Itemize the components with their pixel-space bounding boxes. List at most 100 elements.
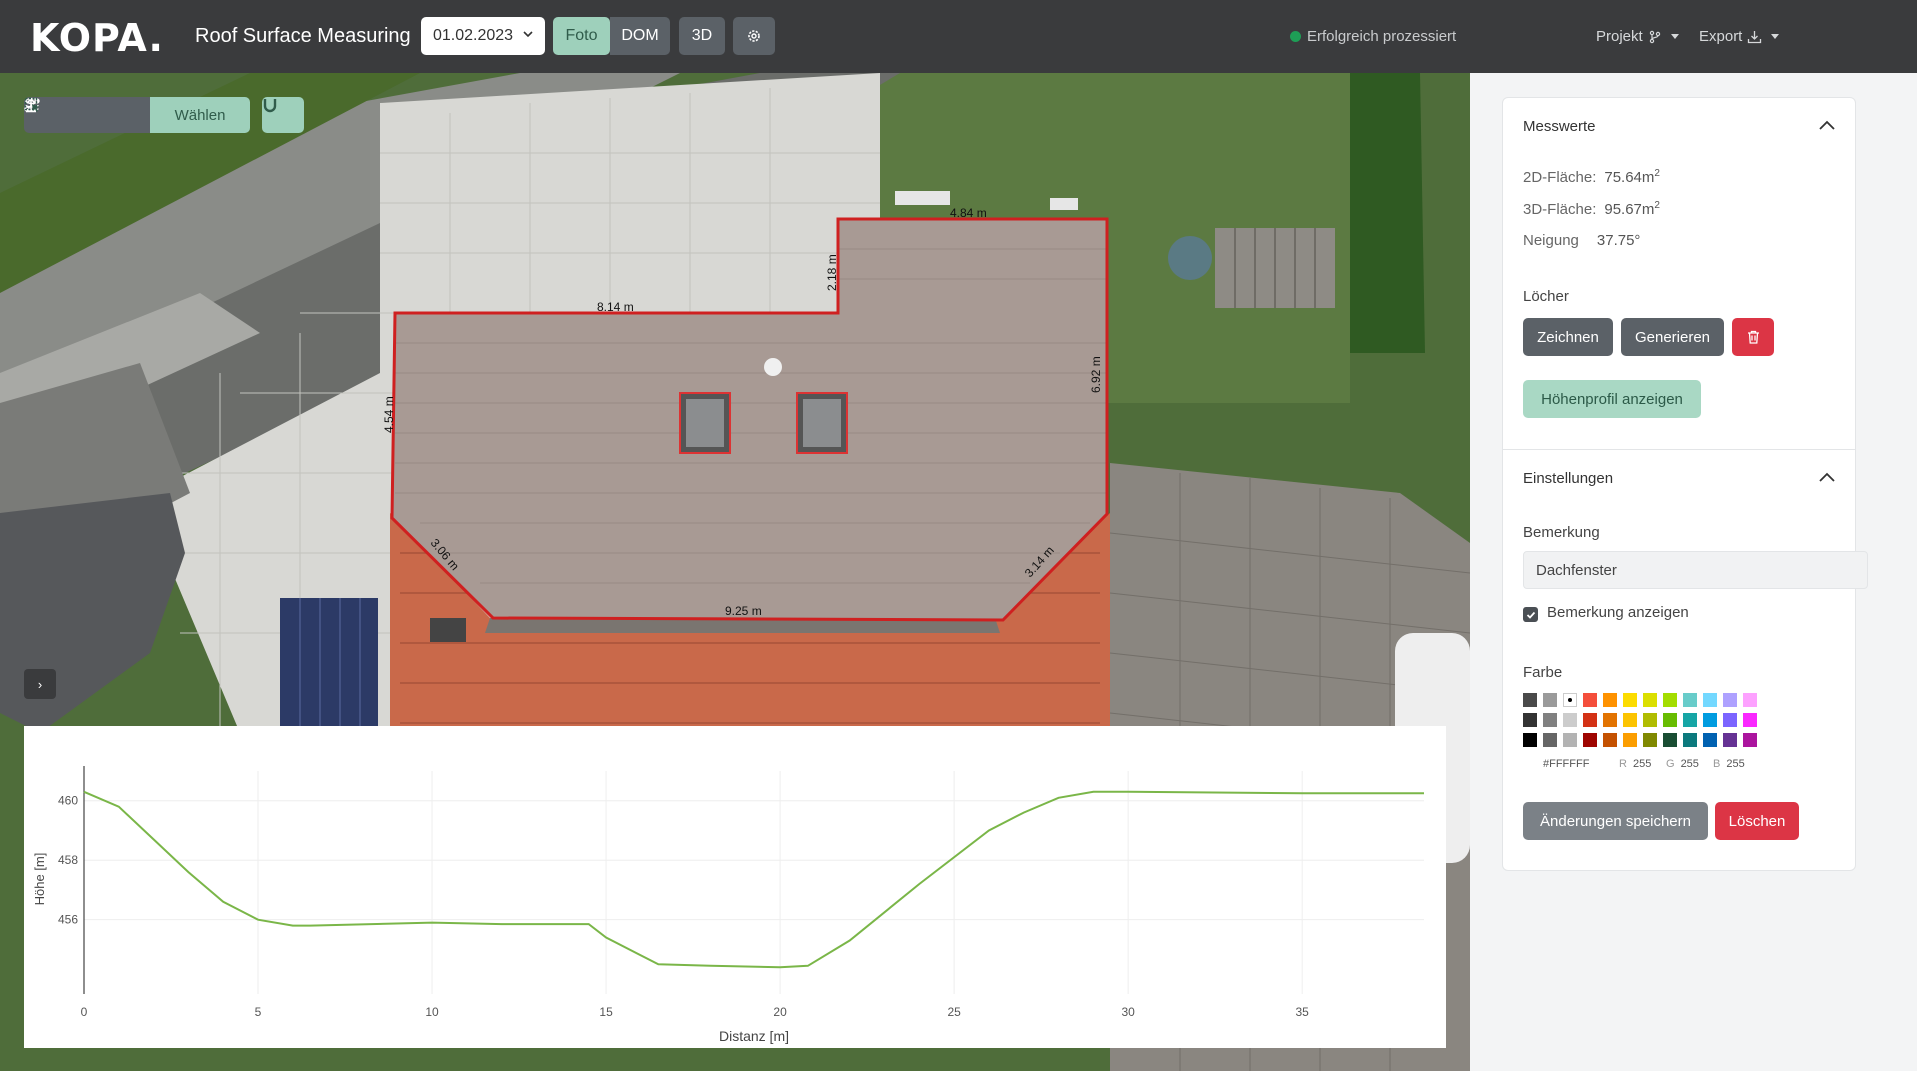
color-label: Farbe (1523, 664, 1563, 681)
line-tool-button[interactable] (24, 97, 150, 133)
branch-icon (1649, 30, 1660, 43)
x-tick-label: 30 (1121, 1005, 1135, 1019)
side-panel: Messwerte 2D-Fläche: 75.64m2 3D-Fläche: 95… (1470, 73, 1917, 1071)
color-swatch[interactable] (1743, 713, 1757, 727)
measure-bottom: 9.25 m (725, 604, 762, 618)
b-label: B (1713, 758, 1721, 770)
color-swatch[interactable] (1543, 713, 1557, 727)
expand-panel-button[interactable]: › (24, 669, 56, 699)
holes-label: Löcher (1523, 288, 1569, 305)
color-swatch[interactable] (1563, 693, 1577, 707)
color-swatch[interactable] (1523, 733, 1537, 747)
snap-toggle-button[interactable] (262, 97, 304, 133)
color-swatch[interactable] (1643, 693, 1657, 707)
delete-holes-button[interactable] (1732, 318, 1774, 356)
chart-series (83, 790, 1424, 969)
show-profile-button[interactable]: Höhenprofil anzeigen (1523, 380, 1701, 418)
color-swatch[interactable] (1643, 713, 1657, 727)
y-tick-label: 456 (58, 913, 78, 927)
generate-button[interactable]: Generieren (1621, 318, 1724, 356)
color-swatch[interactable] (1743, 693, 1757, 707)
color-swatch[interactable] (1663, 693, 1677, 707)
color-swatch[interactable] (1643, 733, 1657, 747)
layers-tool-button[interactable] (25, 97, 108, 133)
slope-label: Neigung (1523, 232, 1579, 249)
color-swatch[interactable] (1743, 733, 1757, 747)
g-value: 255 (1680, 758, 1699, 770)
x-axis-label: Distanz [m] (719, 1028, 789, 1044)
color-swatch[interactable] (1723, 733, 1737, 747)
chevron-down-icon (523, 31, 533, 38)
color-swatch[interactable] (1663, 713, 1677, 727)
elevation-profile-panel: 0 5 10 15 20 25 30 35 456 458 460 Distanz [m] Höhe… (24, 726, 1446, 1048)
tab-3d[interactable]: 3D (679, 17, 725, 55)
tab-dom[interactable]: DOM (610, 17, 670, 55)
color-swatch[interactable] (1683, 713, 1697, 727)
selected-dot-icon (1568, 698, 1572, 702)
color-swatch[interactable] (1583, 713, 1597, 727)
x-tick-label: 35 (1296, 1005, 1310, 1019)
draw-button[interactable]: Zeichnen (1523, 318, 1613, 356)
rgb-b[interactable]: B 255 (1713, 758, 1745, 770)
elevation-line (83, 790, 1424, 969)
logo: KOPA. (30, 16, 164, 60)
download-icon (1748, 30, 1762, 43)
color-swatch[interactable] (1623, 733, 1637, 747)
color-swatch[interactable] (1623, 693, 1637, 707)
gear-icon (748, 30, 760, 42)
tab-foto[interactable]: Foto (553, 17, 610, 55)
rgb-r[interactable]: R 255 (1619, 758, 1651, 770)
color-swatch[interactable] (1723, 693, 1737, 707)
save-changes-button[interactable]: Änderungen speichern (1523, 802, 1708, 840)
app-title: Roof Surface Measuring (195, 25, 411, 47)
color-swatch[interactable] (1683, 693, 1697, 707)
color-swatch[interactable] (1543, 693, 1557, 707)
settings-button[interactable] (733, 17, 775, 55)
measure-top-right: 4.84 m (950, 206, 987, 220)
show-remark-checkbox[interactable] (1523, 607, 1538, 622)
area-3d: 3D-Fläche: 95.67m2 (1523, 200, 1660, 218)
properties-card: Messwerte 2D-Fläche: 75.64m2 3D-Fläche: 95… (1502, 97, 1868, 871)
color-swatch[interactable] (1703, 693, 1717, 707)
color-swatch[interactable] (1603, 733, 1617, 747)
x-tick-label: 25 (947, 1005, 961, 1019)
select-tool-button[interactable]: Wählen (24, 97, 250, 133)
measures-section-header[interactable]: Messwerte (1503, 98, 1855, 154)
rgb-g[interactable]: G 255 (1666, 758, 1699, 770)
color-swatch[interactable] (1723, 713, 1737, 727)
color-swatch[interactable] (1583, 693, 1597, 707)
color-swatch[interactable] (1523, 693, 1537, 707)
project-menu[interactable]: Projekt (1596, 28, 1679, 45)
measure-left: 4.54 m (382, 396, 396, 433)
color-swatch[interactable] (1683, 733, 1697, 747)
color-swatch[interactable] (1663, 733, 1677, 747)
y-tick-label: 458 (58, 853, 78, 867)
x-tick-label: 20 (773, 1005, 787, 1019)
export-menu-label: Export (1699, 28, 1743, 45)
color-swatch[interactable] (1703, 733, 1717, 747)
x-tick-label: 5 (255, 1005, 262, 1019)
area-2d-exponent: 2 (1654, 168, 1660, 179)
color-swatch[interactable] (1523, 713, 1537, 727)
color-swatch[interactable] (1603, 693, 1617, 707)
color-swatch[interactable] (1623, 713, 1637, 727)
settings-section-header[interactable]: Einstellungen (1503, 450, 1855, 506)
area-3d-label: 3D-Fläche: (1523, 201, 1597, 218)
delete-button[interactable]: Löschen (1715, 802, 1799, 840)
color-swatch[interactable] (1603, 713, 1617, 727)
g-label: G (1666, 758, 1675, 770)
color-swatch[interactable] (1563, 733, 1577, 747)
remark-input[interactable]: Dachfenster (1523, 551, 1868, 589)
map-toolbar: Wählen (24, 97, 250, 133)
hex-value[interactable]: #FFFFFF (1543, 758, 1589, 770)
date-select[interactable]: 01.02.2023 (421, 17, 545, 55)
magnet-icon (263, 99, 277, 113)
color-swatch[interactable] (1703, 713, 1717, 727)
elevation-chart: 0 5 10 15 20 25 30 35 456 458 460 Distanz [m] Höhe… (32, 766, 1424, 1044)
x-tick-label: 10 (425, 1005, 439, 1019)
color-swatch[interactable] (1563, 713, 1577, 727)
select-tool-label: Wählen (174, 106, 226, 124)
color-swatch[interactable] (1583, 733, 1597, 747)
export-menu[interactable]: Export (1699, 28, 1780, 45)
color-swatch[interactable] (1543, 733, 1557, 747)
